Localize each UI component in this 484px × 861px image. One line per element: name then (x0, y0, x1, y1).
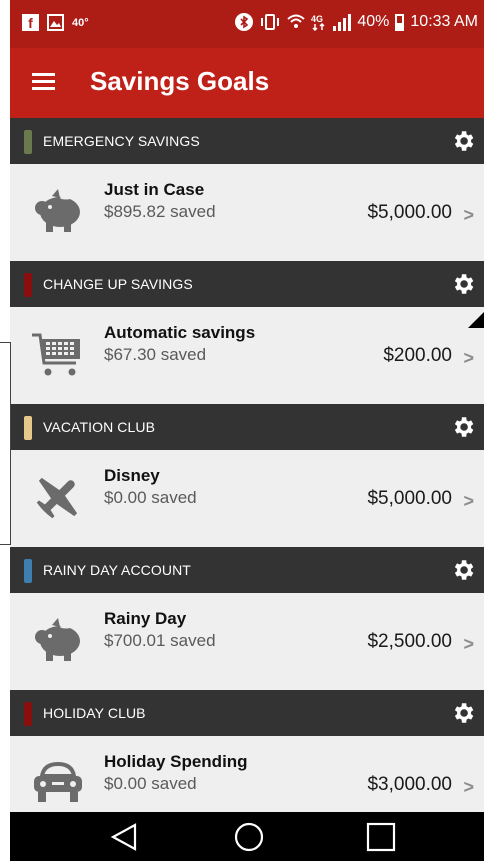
system-nav-bar (10, 812, 484, 861)
category-color-swatch (24, 559, 32, 583)
goal-saved-amount: $700.01 saved (104, 631, 216, 650)
svg-text:4G: 4G (311, 14, 323, 24)
chevron-right-icon: > (463, 634, 474, 654)
corner-indicator (468, 312, 484, 328)
category-header: HOLIDAY CLUB (10, 690, 484, 736)
chevron-right-icon: > (463, 348, 474, 368)
overlay-outline (0, 342, 11, 545)
goal-row[interactable]: Automatic savings $67.30 saved $200.00 > (10, 307, 484, 404)
home-icon[interactable] (234, 822, 264, 852)
goal-target-amount: $5,000.00 (367, 202, 452, 223)
goal-saved-amount: $0.00 saved (104, 774, 197, 793)
category-header: VACATION CLUB (10, 404, 484, 450)
recents-icon[interactable] (366, 822, 396, 852)
chevron-right-icon: > (463, 205, 474, 225)
car-icon (34, 761, 82, 802)
goal-target-amount: $3,000.00 (367, 774, 452, 795)
wifi-icon (287, 14, 306, 28)
goal-name: Rainy Day (104, 609, 187, 628)
category-color-swatch (24, 416, 32, 440)
status-bar: f 40° 4G 40% 10:33 AM (10, 0, 484, 48)
lte-icon: 4G (311, 14, 325, 31)
gear-icon[interactable] (450, 700, 476, 726)
goal-row[interactable]: Rainy Day $700.01 saved $2,500.00 > (10, 593, 484, 690)
goal-name: Just in Case (104, 180, 205, 199)
category-color-swatch (24, 702, 32, 726)
battery-icon (395, 13, 405, 31)
vibrate-icon (261, 14, 280, 30)
hamburger-menu-icon[interactable] (32, 73, 55, 91)
piggy-bank-icon (35, 618, 80, 661)
page-title: Savings Goals (90, 66, 270, 96)
battery-percent: 40% (357, 13, 390, 30)
category-header: RAINY DAY ACCOUNT (10, 547, 484, 593)
app-screen: f 40° 4G 40% 10:33 AM Savings Goals EMER… (10, 0, 484, 861)
gear-icon[interactable] (450, 414, 476, 440)
chevron-right-icon: > (463, 491, 474, 511)
goal-name: Disney (104, 466, 160, 485)
chevron-right-icon: > (463, 777, 474, 797)
back-icon[interactable] (110, 822, 138, 852)
goal-saved-amount: $0.00 saved (104, 488, 197, 507)
goal-target-amount: $2,500.00 (367, 631, 452, 652)
goal-row[interactable]: Just in Case $895.82 saved $5,000.00 > (10, 164, 484, 261)
category-label: CHANGE UP SAVINGS (43, 276, 193, 292)
gallery-icon (47, 14, 64, 31)
goal-saved-amount: $67.30 saved (104, 345, 207, 364)
gear-icon[interactable] (450, 271, 476, 297)
category-label: VACATION CLUB (43, 419, 156, 435)
category-color-swatch (24, 130, 32, 154)
temperature-text: 40° (72, 16, 89, 29)
goal-name: Holiday Spending (104, 752, 248, 771)
piggy-bank-icon (35, 189, 80, 232)
category-header: EMERGENCY SAVINGS (10, 118, 484, 164)
goal-target-amount: $5,000.00 (367, 488, 452, 509)
goal-row[interactable]: Disney $0.00 saved $5,000.00 > (10, 450, 484, 547)
shopping-cart-icon (32, 333, 80, 376)
category-label: HOLIDAY CLUB (43, 705, 146, 721)
gear-icon[interactable] (450, 128, 476, 154)
goal-target-amount: $200.00 (383, 345, 452, 366)
bluetooth-icon (235, 13, 254, 31)
category-color-swatch (24, 273, 32, 297)
airplane-icon (36, 477, 78, 519)
category-label: EMERGENCY SAVINGS (43, 133, 200, 149)
facebook-icon: f (22, 14, 39, 31)
category-header: CHANGE UP SAVINGS (10, 261, 484, 307)
app-bar: Savings Goals (10, 48, 484, 118)
gear-icon[interactable] (450, 557, 476, 583)
category-label: RAINY DAY ACCOUNT (43, 562, 191, 578)
signal-icon (333, 14, 352, 31)
goal-name: Automatic savings (104, 323, 256, 342)
clock: 10:33 AM (410, 13, 478, 30)
goal-saved-amount: $895.82 saved (104, 202, 216, 221)
